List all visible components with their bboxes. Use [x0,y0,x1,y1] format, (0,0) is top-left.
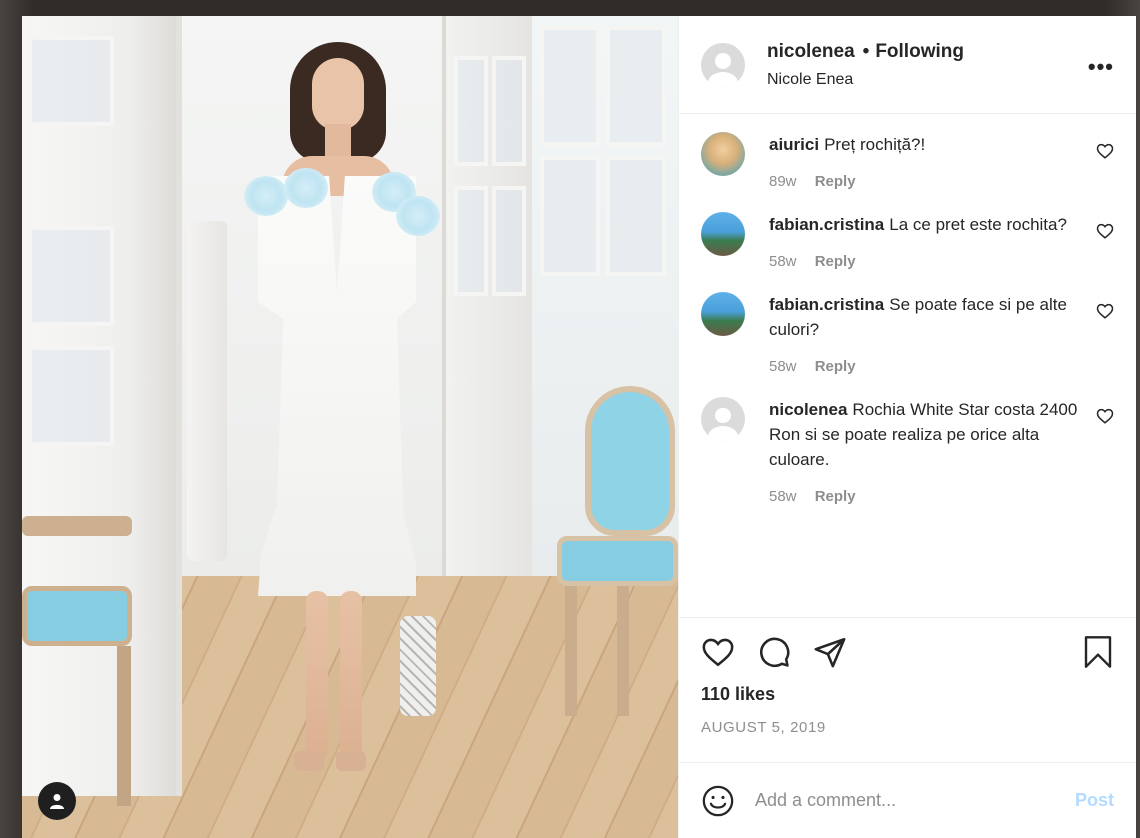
comment-icon[interactable] [757,635,791,669]
tagged-users-icon[interactable] [38,782,76,820]
model-shoe [294,751,324,771]
post-button[interactable]: Post [1075,790,1114,811]
author-avatar[interactable] [701,42,745,87]
comment-like-heart-icon[interactable] [1096,302,1114,320]
commenter-avatar[interactable] [701,292,745,336]
dress-rack [187,221,227,561]
separator-dot: • [862,40,870,62]
commenter-username[interactable]: fabian.cristina [769,215,884,234]
reply-button[interactable]: Reply [815,358,856,375]
comment-item: fabian.cristina La ce pret este rochita? … [701,212,1114,270]
post-modal: nicolenea • Following Nicole Enea ••• ai… [22,16,1136,838]
following-button[interactable]: Following [875,41,964,63]
heart-icon[interactable] [701,635,735,669]
comment-like-heart-icon[interactable] [1096,222,1114,240]
commenter-username[interactable]: nicolenea [769,400,847,419]
author-full-name: Nicole Enea [767,70,854,88]
comment-like-heart-icon[interactable] [1096,142,1114,160]
comment-item: nicolenea Rochia White Star costa 2400 Ro… [701,397,1114,505]
post-photo[interactable] [22,16,678,838]
comment-age[interactable]: 58w [769,358,797,375]
comment-age[interactable]: 89w [769,173,797,190]
comments-list[interactable]: aiurici Preț rochiță?! 89w Reply fabian.c… [679,114,1136,617]
comment-item: fabian.cristina Se poate face si pe alte … [701,292,1114,375]
commenter-username[interactable]: fabian.cristina [769,295,884,314]
dress-ruffle [284,168,328,208]
bookmark-icon[interactable] [1082,634,1114,670]
armchair-right [537,386,678,726]
comment-text: La ce pret este rochita? [889,215,1067,234]
likes-count[interactable]: 110 likes [701,684,1114,705]
commenter-username[interactable]: aiurici [769,135,819,154]
comment-age[interactable]: 58w [769,253,797,270]
reply-button[interactable]: Reply [815,253,856,270]
dress-ruffle [244,176,288,216]
dress-ruffle [396,196,440,236]
post-header: nicolenea • Following Nicole Enea ••• [679,16,1136,114]
post-actions: 110 likes AUGUST 5, 2019 [679,617,1136,762]
comment-item: aiurici Preț rochiță?! 89w Reply [701,132,1114,190]
model-face [312,58,364,130]
share-icon[interactable] [813,635,847,669]
add-comment-bar: Post [679,762,1136,838]
comment-age[interactable]: 58w [769,488,797,505]
commenter-avatar[interactable] [701,132,745,176]
lantern [400,616,436,716]
default-avatar-icon[interactable] [701,397,745,441]
commenter-avatar[interactable] [701,212,745,256]
model-leg [306,591,328,761]
author-username[interactable]: nicolenea [767,41,855,63]
reply-button[interactable]: Reply [815,488,856,505]
comment-text: Preț rochiță?! [824,135,926,154]
emoji-icon[interactable] [701,784,735,818]
model-shoe [336,751,366,771]
more-options-icon[interactable]: ••• [1088,54,1114,80]
comment-like-heart-icon[interactable] [1096,407,1114,425]
armchair-left [22,516,142,816]
reply-button[interactable]: Reply [815,173,856,190]
comment-input[interactable] [755,790,1075,811]
model-leg [340,591,362,761]
post-date[interactable]: AUGUST 5, 2019 [701,719,1114,736]
post-side-panel: nicolenea • Following Nicole Enea ••• ai… [678,16,1136,838]
